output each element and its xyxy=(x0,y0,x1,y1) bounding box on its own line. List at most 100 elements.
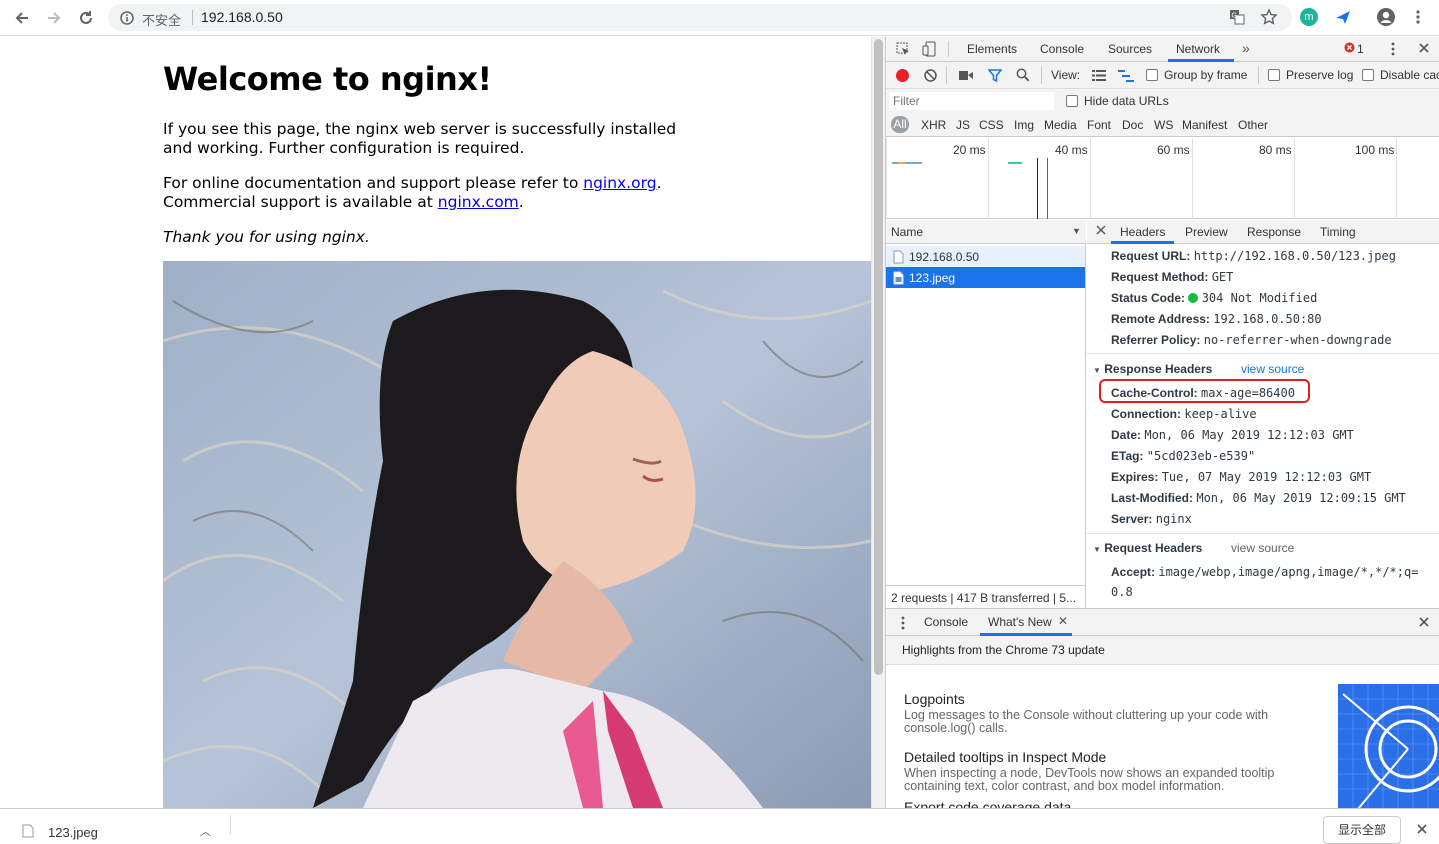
type-other[interactable]: Other xyxy=(1238,118,1268,132)
request-name: 192.168.0.50 xyxy=(909,250,980,264)
drawer-menu-icon[interactable] xyxy=(901,616,905,633)
screenshot-icon[interactable] xyxy=(959,70,973,84)
translate-icon[interactable]: G xyxy=(1229,9,1245,28)
sort-arrow-icon[interactable]: ▼ xyxy=(1072,226,1081,236)
tab-console[interactable]: Console xyxy=(1040,42,1084,56)
type-doc[interactable]: Doc xyxy=(1122,118,1143,132)
waterfall-icon[interactable] xyxy=(1118,70,1134,85)
view-label: View: xyxy=(1051,68,1081,82)
header-value: "5cd023eb-e539" xyxy=(1146,449,1256,463)
tab-response[interactable]: Response xyxy=(1247,225,1301,239)
grid-line xyxy=(1294,138,1295,219)
type-font[interactable]: Font xyxy=(1087,118,1111,132)
response-header-row: Last-Modified: Mon, 06 May 2019 12:09:15… xyxy=(1111,491,1406,505)
search-icon[interactable] xyxy=(1016,68,1030,85)
request-row-selected[interactable]: 123.jpeg xyxy=(886,267,1085,288)
active-tab-indicator xyxy=(1111,241,1174,244)
record-icon[interactable] xyxy=(896,69,909,82)
header-key: ETag: xyxy=(1111,449,1144,463)
tab-sources[interactable]: Sources xyxy=(1108,42,1152,56)
large-rows-icon[interactable] xyxy=(1092,70,1106,84)
error-count[interactable]: 1 xyxy=(1357,42,1364,56)
load-event-line xyxy=(1047,158,1048,219)
tab-headers[interactable]: Headers xyxy=(1120,225,1165,239)
inspect-element-icon[interactable] xyxy=(896,42,910,59)
chevron-up-icon[interactable]: ︿ xyxy=(200,823,211,839)
news-title[interactable]: Detailed tooltips in Inspect Mode xyxy=(904,749,1106,765)
url-text[interactable]: 192.168.0.50 xyxy=(201,9,283,25)
page-scrollbar[interactable] xyxy=(871,37,885,808)
clear-icon[interactable] xyxy=(924,69,937,85)
response-headers-toggle[interactable]: ▼ Response Headers xyxy=(1093,362,1212,376)
close-detail-icon[interactable] xyxy=(1096,224,1106,238)
drawer-tab-console[interactable]: Console xyxy=(924,615,968,629)
close-tab-icon[interactable]: ✕ xyxy=(1058,614,1068,628)
extension-m-icon[interactable]: m xyxy=(1300,8,1318,26)
header-value: GET xyxy=(1211,270,1234,284)
type-ws[interactable]: WS xyxy=(1154,118,1173,132)
type-css[interactable]: CSS xyxy=(979,118,1004,132)
back-icon[interactable] xyxy=(12,8,32,28)
nginx-org-link[interactable]: nginx.org xyxy=(583,174,656,192)
tab-network[interactable]: Network xyxy=(1176,42,1220,56)
status-dot-icon xyxy=(1188,293,1199,303)
error-icon[interactable] xyxy=(1344,42,1355,56)
type-manifest[interactable]: Manifest xyxy=(1182,118,1227,132)
request-headers-toggle[interactable]: ▼ Request Headers xyxy=(1093,541,1202,555)
extension-bird-icon[interactable] xyxy=(1334,8,1352,29)
type-xhr[interactable]: XHR xyxy=(921,118,946,132)
profile-avatar-icon[interactable] xyxy=(1376,7,1396,30)
filter-input[interactable] xyxy=(889,92,1054,110)
group-by-frame-label: Group by frame xyxy=(1164,68,1248,82)
browser-menu-icon[interactable] xyxy=(1410,9,1426,28)
name-column-header[interactable]: Name ▼ xyxy=(886,220,1086,244)
devtools-drawer: Console What's New ✕ Highlights from the… xyxy=(886,608,1439,809)
svg-text:G: G xyxy=(1232,13,1237,20)
type-media[interactable]: Media xyxy=(1044,118,1077,132)
timeline-overview[interactable]: 20 ms 40 ms 60 ms 80 ms 100 ms xyxy=(886,138,1439,219)
grid-line xyxy=(988,138,989,219)
request-row[interactable]: 192.168.0.50 xyxy=(886,246,1085,267)
tab-preview[interactable]: Preview xyxy=(1185,225,1228,239)
scrollbar-thumb[interactable] xyxy=(874,39,883,675)
devtools-tabbar: Elements Console Sources Network » 1 xyxy=(886,37,1439,62)
download-filename[interactable]: 123.jpeg xyxy=(48,825,98,840)
view-source-link[interactable]: view source xyxy=(1241,362,1304,376)
tab-elements[interactable]: Elements xyxy=(967,42,1017,56)
type-img[interactable]: Img xyxy=(1014,118,1034,132)
type-js[interactable]: JS xyxy=(956,118,970,132)
forward-icon[interactable] xyxy=(44,8,64,28)
request-list: Name ▼ 192.168.0.50 123.jpeg 2 requests … xyxy=(886,220,1086,608)
type-all[interactable]: All xyxy=(891,116,909,133)
disable-cache-checkbox[interactable] xyxy=(1362,69,1374,81)
view-source-link[interactable]: view source xyxy=(1231,541,1294,555)
header-value: 192.168.0.50:80 xyxy=(1213,312,1322,326)
tick-label: 60 ms xyxy=(1157,143,1190,157)
show-all-button[interactable]: 显示全部 xyxy=(1323,816,1401,844)
address-bar[interactable]: 不安全 192.168.0.50 xyxy=(108,4,1292,31)
bookmark-star-icon[interactable] xyxy=(1260,8,1278,29)
preserve-log-checkbox[interactable] xyxy=(1268,69,1280,81)
reload-icon[interactable] xyxy=(76,8,96,28)
header-value: http://192.168.0.50/123.jpeg xyxy=(1193,249,1396,263)
group-by-frame-checkbox[interactable] xyxy=(1146,69,1158,81)
close-devtools-icon[interactable] xyxy=(1418,42,1430,57)
dom-content-loaded-line xyxy=(1037,158,1038,219)
info-icon[interactable] xyxy=(120,11,134,28)
general-row: Status Code: 304 Not Modified xyxy=(1111,291,1317,305)
network-summary: 2 requests | 417 B transferred | 5... xyxy=(886,585,1086,608)
more-tabs-icon[interactable]: » xyxy=(1242,40,1250,56)
filter-icon[interactable] xyxy=(987,69,1003,85)
nginx-com-link[interactable]: nginx.com xyxy=(438,193,519,211)
hide-data-urls-checkbox[interactable] xyxy=(1066,95,1078,107)
close-drawer-icon[interactable] xyxy=(1418,616,1430,631)
devtools-menu-icon[interactable] xyxy=(1391,42,1395,59)
divider xyxy=(230,815,231,835)
news-title[interactable]: Logpoints xyxy=(904,691,965,707)
grid-line xyxy=(1192,138,1193,219)
commercial-period: . xyxy=(518,193,524,211)
tab-timing[interactable]: Timing xyxy=(1320,225,1356,239)
device-toolbar-icon[interactable] xyxy=(922,41,936,60)
commercial-text: Commercial support is available at xyxy=(163,193,438,211)
drawer-tab-whats-new[interactable]: What's New xyxy=(988,615,1052,629)
